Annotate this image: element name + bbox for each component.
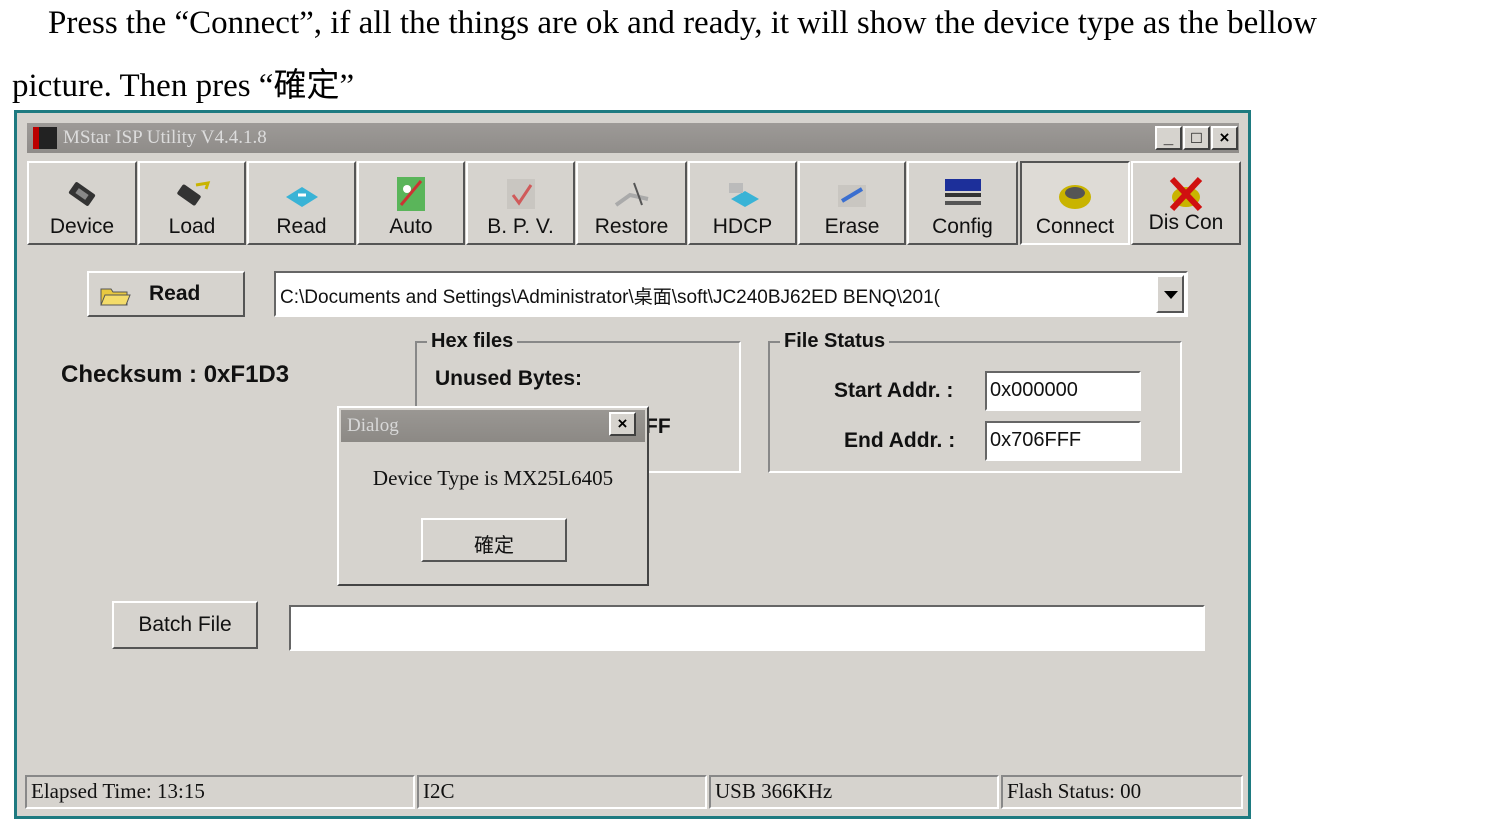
config-label: Config bbox=[932, 215, 993, 238]
hdcp-button[interactable]: HDCP bbox=[688, 161, 797, 245]
connect-icon bbox=[1059, 185, 1091, 209]
hex-files-title: Hex files bbox=[427, 330, 518, 353]
auto-label: Auto bbox=[389, 215, 433, 238]
batch-file-input[interactable] bbox=[289, 605, 1205, 651]
auto-icon bbox=[397, 177, 425, 211]
status-flash: Flash Status: 00 bbox=[1001, 775, 1243, 809]
device-type-dialog: Dialog × Device Type is MX25L6405 確定 bbox=[337, 406, 649, 586]
hdcp-label: HDCP bbox=[712, 215, 773, 238]
auto-button[interactable]: Auto bbox=[357, 161, 465, 245]
start-addr-field[interactable]: 0x000000 bbox=[985, 371, 1141, 411]
read-file-label: Read bbox=[149, 282, 201, 305]
status-elapsed-time: Elapsed Time: 13:15 bbox=[25, 775, 415, 809]
config-button[interactable]: Config bbox=[907, 161, 1018, 245]
read-toolbar-button[interactable]: Read bbox=[247, 161, 356, 245]
dialog-message: Device Type is MX25L6405 bbox=[372, 466, 614, 490]
end-addr-value: 0x706FFF bbox=[990, 429, 1082, 451]
toolbar: Device Load Read Auto B. P. V. Restore H… bbox=[27, 161, 1241, 247]
load-label: Load bbox=[168, 215, 216, 238]
disconnect-label: Dis Con bbox=[1148, 211, 1224, 234]
title-bar[interactable]: MStar ISP Utility V4.4.1.8 _ □ × bbox=[27, 123, 1239, 153]
instruction-line-2: picture. Then pres “確定” bbox=[12, 68, 355, 104]
disconnect-button[interactable]: Dis Con bbox=[1131, 161, 1241, 245]
restore-icon bbox=[614, 182, 648, 207]
file-status-group: File Status Start Addr. : 0x000000 End A… bbox=[768, 330, 1182, 473]
close-button[interactable]: × bbox=[1211, 126, 1238, 150]
end-addr-label: End Addr. : bbox=[844, 429, 956, 452]
status-bus: I2C bbox=[417, 775, 707, 809]
unused-bytes-label: Unused Bytes: bbox=[435, 367, 583, 390]
file-status-title: File Status bbox=[780, 330, 890, 353]
file-path-dropdown-button[interactable] bbox=[1156, 275, 1184, 313]
bpv-button[interactable]: B. P. V. bbox=[466, 161, 575, 245]
bpv-label: B. P. V. bbox=[487, 215, 554, 238]
read-icon bbox=[285, 187, 318, 207]
dialog-close-button[interactable]: × bbox=[609, 412, 636, 436]
read-tool-label: Read bbox=[276, 215, 327, 238]
dialog-title: Dialog bbox=[347, 415, 399, 436]
erase-icon bbox=[838, 185, 866, 207]
read-file-button[interactable]: Read bbox=[87, 271, 245, 317]
batch-file-button[interactable]: Batch File bbox=[112, 601, 258, 649]
hdcp-icon bbox=[728, 183, 759, 207]
load-button[interactable]: Load bbox=[138, 161, 246, 245]
dialog-ok-label: 確定 bbox=[474, 535, 514, 557]
status-bar: Elapsed Time: 13:15 I2C USB 366KHz Flash… bbox=[25, 775, 1243, 811]
status-usb: USB 366KHz bbox=[709, 775, 999, 809]
connect-button[interactable]: Connect bbox=[1020, 161, 1130, 245]
batch-file-label: Batch File bbox=[138, 613, 232, 636]
dialog-title-bar[interactable]: Dialog × bbox=[341, 410, 645, 442]
file-path-value: C:\Documents and Settings\Administrator\… bbox=[280, 287, 940, 308]
dialog-ok-button[interactable]: 確定 bbox=[421, 518, 567, 562]
instruction-line-1: Press the “Connect”, if all the things a… bbox=[48, 5, 1317, 41]
erase-button[interactable]: Erase bbox=[798, 161, 906, 245]
erase-label: Erase bbox=[824, 215, 880, 238]
restore-button[interactable]: Restore bbox=[576, 161, 687, 245]
chevron-down-icon bbox=[1164, 291, 1178, 299]
bpv-icon bbox=[506, 179, 535, 209]
minimize-button[interactable]: _ bbox=[1155, 126, 1182, 150]
isp-utility-window: MStar ISP Utility V4.4.1.8 _ □ × Device … bbox=[14, 110, 1251, 819]
start-addr-label: Start Addr. : bbox=[834, 379, 954, 402]
open-folder-icon bbox=[100, 288, 131, 306]
device-chip-icon bbox=[68, 182, 96, 206]
connect-label: Connect bbox=[1035, 215, 1115, 238]
device-button[interactable]: Device bbox=[27, 161, 137, 245]
end-addr-field[interactable]: 0x706FFF bbox=[985, 421, 1141, 461]
disconnect-icon bbox=[1169, 176, 1203, 212]
load-chip-icon bbox=[177, 181, 211, 206]
file-path-combo[interactable]: C:\Documents and Settings\Administrator\… bbox=[274, 271, 1188, 317]
maximize-button[interactable]: □ bbox=[1183, 126, 1210, 150]
restore-label: Restore bbox=[594, 215, 669, 238]
checksum-label: Checksum : 0xF1D3 bbox=[61, 361, 290, 388]
config-icon bbox=[944, 179, 981, 205]
app-icon bbox=[33, 127, 57, 149]
device-label: Device bbox=[49, 215, 115, 238]
window-title: MStar ISP Utility V4.4.1.8 bbox=[63, 127, 267, 148]
start-addr-value: 0x000000 bbox=[990, 379, 1078, 401]
